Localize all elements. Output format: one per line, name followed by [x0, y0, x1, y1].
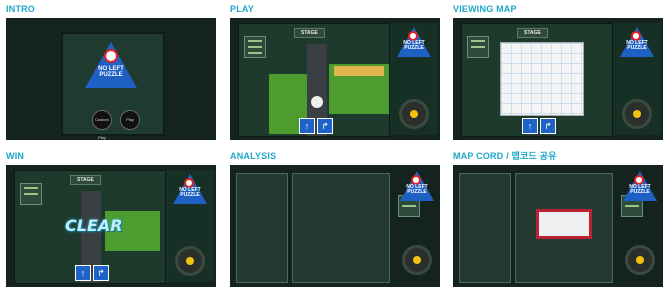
play-screenshot: STAGE ↑ ↱ NO LEFT PUZZLE [230, 18, 440, 140]
minimap[interactable] [467, 36, 489, 58]
minimap[interactable] [244, 36, 266, 58]
map-code-panel: MAP CORD / 맵코드 공유 NO LEFT PUZZLE [453, 150, 663, 287]
logo-sign: NO LEFT PUZZLE [85, 42, 137, 94]
win-panel: WIN STAGE CLEAR ↑ ↱ NO LEFT PUZZLE [6, 150, 216, 287]
analysis-panel: ANALYSIS NO LEFT PUZZLE [230, 150, 440, 287]
game-board: STAGE ↑ ↱ [461, 23, 613, 137]
share-panel [459, 173, 511, 283]
logo-sign: NO LEFT PUZZLE [623, 171, 657, 205]
logo-sign: NO LEFT PUZZLE [397, 27, 431, 61]
arrow-up-icon[interactable]: ↑ [75, 265, 91, 281]
analysis-map [292, 173, 390, 283]
map-grid [515, 173, 613, 283]
control-dial[interactable] [175, 246, 205, 276]
hedge-block [334, 66, 384, 76]
stage-indicator: STAGE [294, 28, 325, 38]
clear-text: CLEAR [65, 216, 123, 235]
panel-caption: ANALYSIS [230, 151, 277, 161]
logo-sign: NO LEFT PUZZLE [620, 27, 654, 61]
stage-indicator: STAGE [517, 28, 548, 38]
logo-sign: NO LEFT PUZZLE [173, 174, 207, 208]
panel-caption: INTRO [6, 4, 35, 14]
panel-caption: WIN [6, 151, 25, 161]
control-dial[interactable] [402, 245, 432, 275]
turn-right-icon[interactable]: ↱ [93, 265, 109, 281]
map-code-screenshot: NO LEFT PUZZLE [453, 165, 663, 287]
map-overlay [500, 42, 584, 116]
play-panel: PLAY STAGE ↑ ↱ NO LEFT PUZZLE [230, 3, 440, 140]
analysis-screenshot: NO LEFT PUZZLE [230, 165, 440, 287]
stage-indicator: STAGE [70, 175, 101, 185]
blocked-area [536, 209, 592, 239]
intro-screenshot: NO LEFT PUZZLE Custom Play Play [6, 18, 216, 140]
control-dial[interactable] [622, 99, 652, 129]
intro-panel: INTRO NO LEFT PUZZLE Custom Play Play [6, 3, 216, 140]
arrow-up-icon[interactable]: ↑ [299, 118, 315, 134]
custom-play-button[interactable]: Custom Play [92, 110, 112, 140]
viewing-map-panel: VIEWING MAP STAGE ↑ ↱ NO LEFT PUZZLE [453, 3, 663, 140]
viewing-map-screenshot: STAGE ↑ ↱ NO LEFT PUZZLE [453, 18, 663, 140]
panel-caption: PLAY [230, 4, 254, 14]
panel-caption: VIEWING MAP [453, 4, 517, 14]
side-panel: NO LEFT PUZZLE [613, 23, 661, 135]
game-board: STAGE ↑ ↱ [238, 23, 390, 137]
side-panel: NO LEFT PUZZLE [390, 23, 438, 135]
play-button[interactable]: Play [120, 110, 140, 130]
arrow-up-icon[interactable]: ↑ [522, 118, 538, 134]
turn-right-icon[interactable]: ↱ [540, 118, 556, 134]
logo-sign: NO LEFT PUZZLE [400, 171, 434, 205]
game-board: STAGE CLEAR ↑ ↱ [14, 170, 166, 284]
turn-right-icon[interactable]: ↱ [317, 118, 333, 134]
control-dial[interactable] [399, 99, 429, 129]
side-panel: NO LEFT PUZZLE [166, 170, 214, 282]
player-ball [311, 96, 323, 108]
minimap[interactable] [20, 183, 42, 205]
control-dial[interactable] [625, 245, 655, 275]
win-screenshot: STAGE CLEAR ↑ ↱ NO LEFT PUZZLE [6, 165, 216, 287]
analysis-list [236, 173, 288, 283]
panel-caption: MAP CORD / 맵코드 공유 [453, 151, 557, 161]
